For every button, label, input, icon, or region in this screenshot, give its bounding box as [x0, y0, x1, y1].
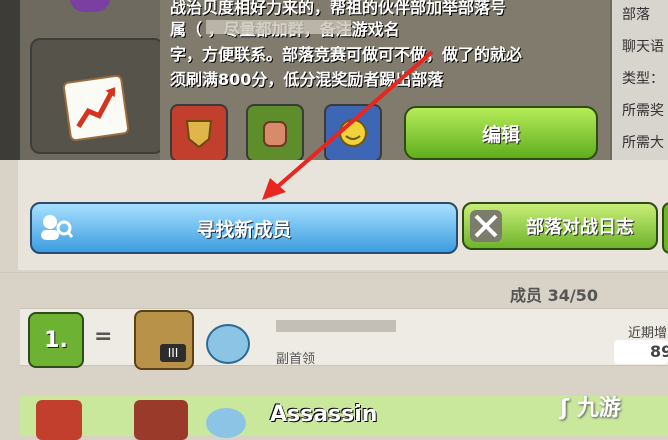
description-line-4: 须刷满800分，低分混奖励者踢出部落 — [170, 70, 444, 89]
recent-donations-value: 89 — [614, 340, 668, 364]
more-button[interactable] — [662, 202, 668, 254]
town-hall-icon — [134, 400, 188, 440]
shield-badge-icon[interactable] — [170, 104, 228, 162]
find-members-button[interactable]: 寻找新成员 — [30, 202, 458, 254]
crossed-swords-icon — [470, 210, 502, 242]
town-hall-level: III — [160, 344, 186, 362]
edit-button[interactable]: 编辑 — [404, 106, 598, 160]
side-info-item: 所需奖 — [622, 103, 664, 119]
side-info-item: 部落 — [622, 7, 650, 23]
member-row[interactable] — [20, 308, 668, 366]
member-name-blurred — [276, 320, 396, 332]
trend-chart-icon[interactable] — [62, 74, 130, 142]
panel-left-frame — [0, 0, 20, 160]
members-count: 成员 34/50 — [510, 286, 598, 305]
side-info-item: 所需大 — [622, 135, 664, 151]
watermark-logo: ʃ 九游 — [560, 390, 621, 422]
divider — [0, 272, 668, 273]
side-info-item: 聊天语 — [622, 39, 664, 55]
recent-donations-label: 近期增 — [628, 326, 668, 341]
smile-badge-icon[interactable] — [324, 104, 382, 162]
fist-badge-icon[interactable] — [246, 104, 304, 162]
rank-badge: 1. — [28, 312, 84, 368]
description-line-3: 字，方便联系。部落竞赛可做可不做，做了的就必 — [170, 45, 523, 64]
side-info-item: 类型： — [622, 71, 664, 87]
watermark-text: 九游 — [576, 396, 621, 421]
member-role: 副首领 — [276, 352, 316, 367]
search-user-icon — [38, 212, 74, 242]
xp-level-icon — [206, 408, 246, 438]
xp-level-icon — [206, 324, 250, 364]
watermark-glyph: ʃ — [560, 396, 570, 421]
blurred-text — [206, 20, 351, 34]
rank-change-indicator: = — [94, 324, 113, 349]
member-name: Assassin — [270, 402, 378, 427]
rank-badge — [36, 400, 82, 440]
